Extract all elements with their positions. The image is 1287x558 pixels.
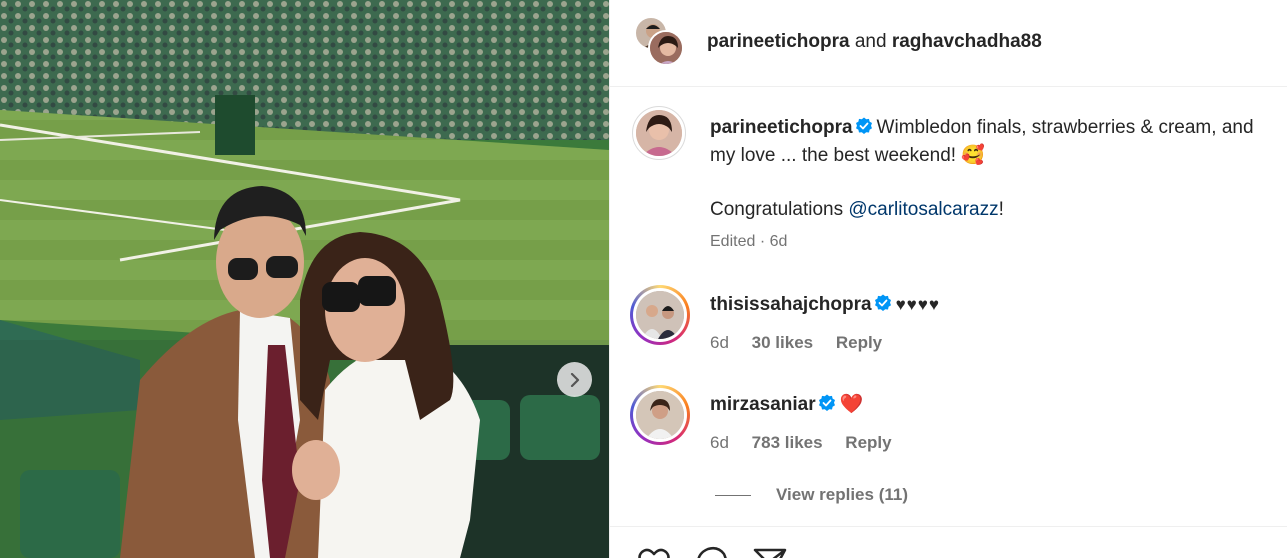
caption-avatar[interactable] (632, 106, 686, 160)
comment-body: mirzasaniar ❤️ (710, 392, 863, 418)
view-replies-label: View replies (11) (776, 485, 908, 504)
chevron-right-icon (570, 372, 579, 387)
replies-divider-line (715, 494, 751, 496)
verified-badge-icon (818, 394, 835, 411)
caption-timestamp[interactable]: 6d (770, 233, 788, 250)
comment-avatar-story-ring[interactable] (630, 285, 690, 345)
comment-meta: 6d 783 likes Reply (710, 433, 910, 453)
comment-icon[interactable] (694, 544, 730, 558)
reply-button[interactable]: Reply (836, 333, 882, 352)
heart-icon[interactable] (636, 544, 672, 558)
comment-text: ❤️ (839, 394, 864, 415)
post-actions (636, 544, 788, 558)
header-and-label: and (854, 31, 887, 52)
meta-separator: · (755, 233, 770, 250)
comment-body: thisissahajchopra ♥♥♥♥ (710, 292, 940, 318)
post-authors: parineetichopra and raghavchadha88 (707, 31, 1042, 53)
comment-likes[interactable]: 30 likes (752, 333, 813, 352)
view-replies-button[interactable]: View replies (11) (715, 485, 908, 505)
mention-link[interactable]: @carlitosalcarazz (848, 199, 998, 220)
comment-timestamp[interactable]: 6d (710, 433, 729, 452)
share-icon[interactable] (752, 544, 788, 558)
caption-line-2: my love ... the best weekend! (710, 145, 957, 166)
comment-avatar-story-ring[interactable] (630, 385, 690, 445)
smiling-hearts-emoji: 🥰 (961, 145, 986, 166)
verified-badge-icon (855, 117, 872, 134)
comment-likes[interactable]: 783 likes (752, 433, 823, 452)
next-slide-button[interactable] (557, 362, 592, 397)
caption-text: parineetichopra Wimbledon finals, strawbe… (710, 114, 1287, 256)
post-header: parineetichopra and raghavchadha88 (610, 0, 1287, 87)
photo-illustration (0, 0, 609, 558)
verified-badge-icon (874, 294, 891, 311)
post-details-panel: parineetichopra and raghavchadha88 parin… (609, 0, 1287, 558)
actions-divider (610, 526, 1287, 527)
header-username-1[interactable]: parineetichopra (707, 31, 850, 52)
caption-username[interactable]: parineetichopra (710, 117, 853, 138)
comment-meta: 6d 30 likes Reply (710, 333, 900, 353)
congrats-text: Congratulations (710, 199, 849, 220)
collab-avatars[interactable] (634, 16, 686, 68)
post-photo[interactable] (0, 0, 609, 558)
caption-line-1: Wimbledon finals, strawberries & cream, … (876, 117, 1254, 138)
congrats-suffix: ! (998, 199, 1004, 220)
header-username-2[interactable]: raghavchadha88 (892, 31, 1042, 52)
comment-timestamp[interactable]: 6d (710, 333, 729, 352)
comment-username[interactable]: thisissahajchopra (710, 294, 872, 315)
edited-label: Edited (710, 233, 756, 250)
comment-text: ♥♥♥♥ (895, 295, 940, 314)
reply-button[interactable]: Reply (845, 433, 891, 452)
comment-username[interactable]: mirzasaniar (710, 394, 816, 415)
avatar-parineetichopra[interactable] (648, 30, 684, 66)
